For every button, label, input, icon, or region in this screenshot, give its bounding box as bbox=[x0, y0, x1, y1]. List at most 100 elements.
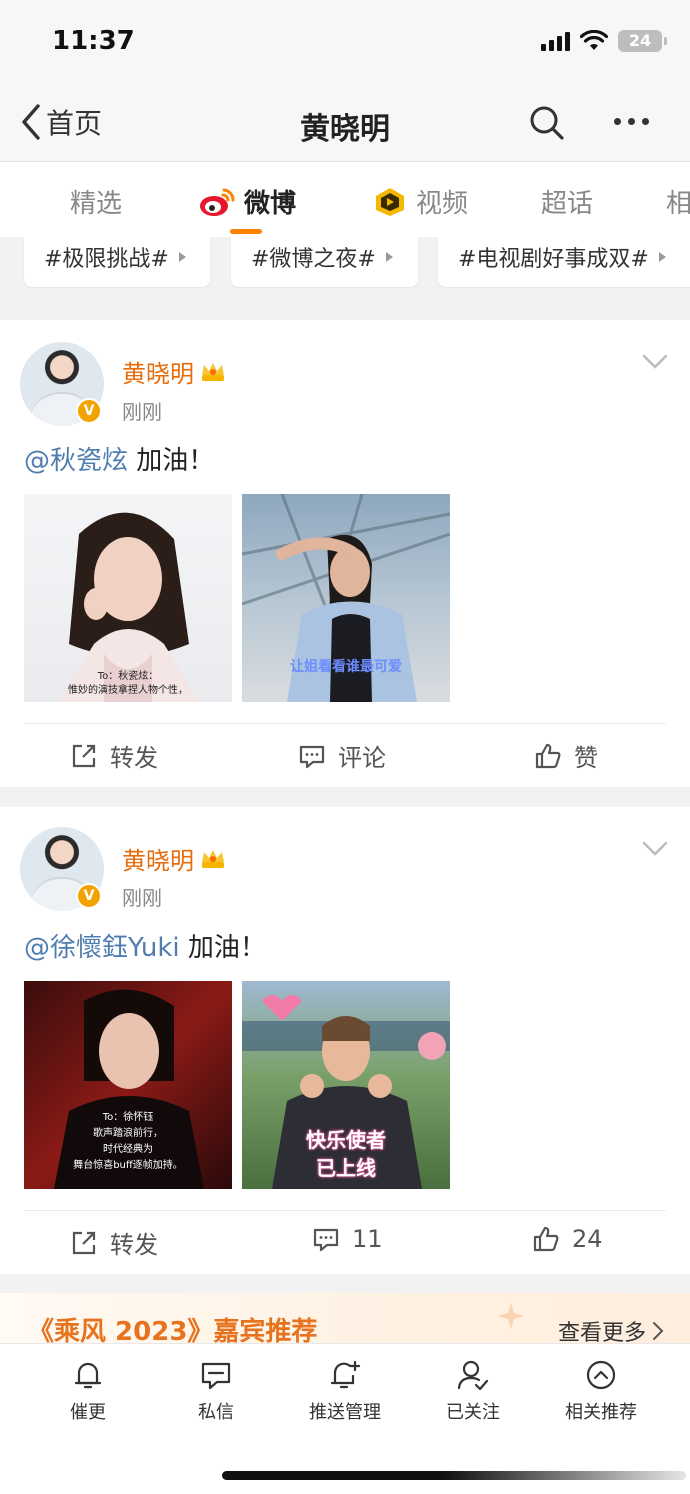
play-icon bbox=[178, 252, 186, 262]
play-icon bbox=[658, 252, 666, 262]
image-caption: To：秋瓷炫： bbox=[97, 671, 159, 682]
author-avatar[interactable]: V bbox=[20, 827, 104, 911]
share-icon bbox=[72, 1231, 96, 1254]
status-bar: 11:37 24 bbox=[0, 0, 690, 84]
topic-label: #微博之夜# bbox=[251, 247, 376, 272]
tab-weibo[interactable]: 微博 bbox=[198, 183, 296, 220]
comment-count: 11 bbox=[352, 1225, 383, 1253]
topic-chip[interactable]: #微博之夜# bbox=[231, 237, 418, 287]
weibo-post: V 黄晓明 刚刚 @徐懷鈺Yuki 加油！ To：徐怀钰 歌声踏浪前行， 时代经… bbox=[0, 807, 690, 1274]
separator bbox=[0, 787, 690, 807]
topic-label: #极限挑战# bbox=[44, 247, 169, 272]
divider bbox=[24, 1210, 666, 1211]
tabbar-label: 催更 bbox=[70, 1402, 106, 1423]
separator bbox=[0, 1274, 690, 1294]
tab-label: 微博 bbox=[244, 189, 297, 219]
chevron-down-icon[interactable] bbox=[642, 841, 668, 857]
tab-featured[interactable]: 精选 bbox=[70, 183, 122, 220]
post-text: @秋瓷炫 加油！ bbox=[24, 440, 214, 477]
bell-plus-icon bbox=[330, 1360, 361, 1389]
tabbar-label: 已关注 bbox=[446, 1402, 500, 1423]
post-author[interactable]: 黄晓明 bbox=[122, 841, 226, 876]
comment-label: 评论 bbox=[338, 744, 386, 772]
active-tab-indicator bbox=[230, 229, 262, 234]
comment-button[interactable]: 11 bbox=[312, 1225, 383, 1253]
remind-update-button[interactable]: 催更 bbox=[33, 1358, 143, 1424]
thumbs-up-icon bbox=[533, 1226, 559, 1252]
push-settings-button[interactable]: 推送管理 bbox=[290, 1358, 400, 1424]
bell-icon bbox=[74, 1362, 102, 1389]
wifi-icon bbox=[580, 30, 608, 50]
post-body: 加油！ bbox=[179, 933, 266, 963]
back-label: 首页 bbox=[46, 107, 103, 140]
tabbar-label: 私信 bbox=[198, 1402, 234, 1423]
chevron-down-icon[interactable] bbox=[642, 354, 668, 370]
private-message-button[interactable]: 私信 bbox=[161, 1358, 271, 1424]
banner-title: 《乘风 2023》嘉宾推荐 bbox=[28, 1317, 318, 1345]
post-text: @徐懷鈺Yuki 加油！ bbox=[24, 927, 266, 964]
tab-related[interactable]: 相 bbox=[666, 183, 690, 220]
tab-label: 超话 bbox=[541, 189, 594, 219]
author-avatar[interactable]: V bbox=[20, 342, 104, 426]
image-caption: 惟妙的演技拿捏人物个性， bbox=[68, 685, 188, 696]
post-time: 刚刚 bbox=[122, 886, 162, 910]
tab-label: 视频 bbox=[416, 189, 469, 219]
see-more-label: 查看更多 bbox=[557, 1321, 646, 1345]
back-button[interactable]: 首页 bbox=[20, 102, 102, 142]
image-caption: 快乐使者 bbox=[306, 1128, 386, 1152]
mention-link[interactable]: @徐懷鈺Yuki bbox=[24, 933, 180, 963]
crown-icon bbox=[202, 362, 224, 381]
topic-chip[interactable]: #电视剧好事成双# bbox=[438, 237, 690, 287]
mention-link[interactable]: @秋瓷炫 bbox=[24, 446, 128, 476]
tabbar-label: 相关推荐 bbox=[565, 1402, 637, 1423]
post-image[interactable]: To：徐怀钰 歌声踏浪前行， 时代经典为 舞台惊喜buff逐帧加持。 bbox=[24, 981, 232, 1189]
post-body: 加油！ bbox=[128, 446, 215, 476]
home-indicator[interactable] bbox=[222, 1471, 686, 1480]
repost-button[interactable]: 转发 bbox=[70, 738, 158, 773]
comment-button[interactable]: 评论 bbox=[298, 738, 386, 773]
related-recommend-button[interactable]: 相关推荐 bbox=[546, 1358, 656, 1424]
page-title: 黄晓明 bbox=[300, 112, 390, 147]
chevron-right-icon bbox=[653, 1322, 664, 1340]
image-caption: 歌声踏浪前行， bbox=[93, 1128, 163, 1139]
tab-video[interactable]: 视频 bbox=[372, 183, 468, 220]
image-caption: 时代经典为 bbox=[103, 1144, 153, 1155]
chevron-circle-icon bbox=[586, 1360, 616, 1390]
like-button[interactable]: 24 bbox=[532, 1225, 603, 1253]
repost-button[interactable]: 转发 bbox=[70, 1225, 158, 1260]
verified-badge-icon: V bbox=[76, 883, 102, 909]
post-image[interactable]: 让姐看看谁最可爱 bbox=[242, 494, 450, 702]
tab-label: 精选 bbox=[70, 189, 123, 219]
tab-super-topic[interactable]: 超话 bbox=[541, 183, 593, 220]
image-caption: To：徐怀钰 bbox=[102, 1112, 154, 1123]
video-icon bbox=[376, 187, 404, 216]
signal-icon bbox=[541, 31, 570, 51]
image-caption: 舞台惊喜buff逐帧加持。 bbox=[73, 1160, 183, 1171]
image-caption: 已上线 bbox=[316, 1156, 376, 1180]
profile-tabs: 精选 微博 视频 超话 相 bbox=[0, 163, 690, 237]
topic-strip: #极限挑战# #微博之夜# #电视剧好事成双# bbox=[0, 237, 690, 320]
post-image[interactable]: 快乐使者 已上线 bbox=[242, 981, 450, 1189]
topic-chip[interactable]: #极限挑战# bbox=[24, 237, 210, 287]
comment-icon bbox=[299, 745, 325, 768]
see-more-link[interactable]: 查看更多 bbox=[558, 1315, 664, 1345]
repost-label: 转发 bbox=[110, 744, 158, 772]
crown-icon bbox=[202, 849, 224, 868]
image-caption: 让姐看看谁最可爱 bbox=[290, 659, 402, 675]
following-button[interactable]: 已关注 bbox=[418, 1358, 528, 1424]
like-count: 24 bbox=[572, 1225, 603, 1253]
like-button[interactable]: 赞 bbox=[534, 738, 598, 773]
battery-icon: 24 bbox=[618, 30, 667, 52]
search-icon[interactable] bbox=[528, 104, 566, 142]
post-author[interactable]: 黄晓明 bbox=[122, 354, 226, 389]
more-icon[interactable] bbox=[614, 118, 649, 125]
comment-icon bbox=[313, 1228, 339, 1252]
post-image[interactable]: To：秋瓷炫： 惟妙的演技拿捏人物个性， bbox=[24, 494, 232, 702]
chevron-left-icon bbox=[22, 104, 40, 140]
thumbs-up-icon bbox=[535, 743, 561, 768]
share-icon bbox=[72, 744, 96, 767]
nav-bar: 首页 黄晓明 bbox=[0, 84, 690, 162]
status-time: 11:37 bbox=[52, 26, 135, 56]
recommendation-banner: 《乘风 2023》嘉宾推荐 查看更多 bbox=[0, 1293, 690, 1345]
tab-label: 相 bbox=[666, 189, 690, 219]
